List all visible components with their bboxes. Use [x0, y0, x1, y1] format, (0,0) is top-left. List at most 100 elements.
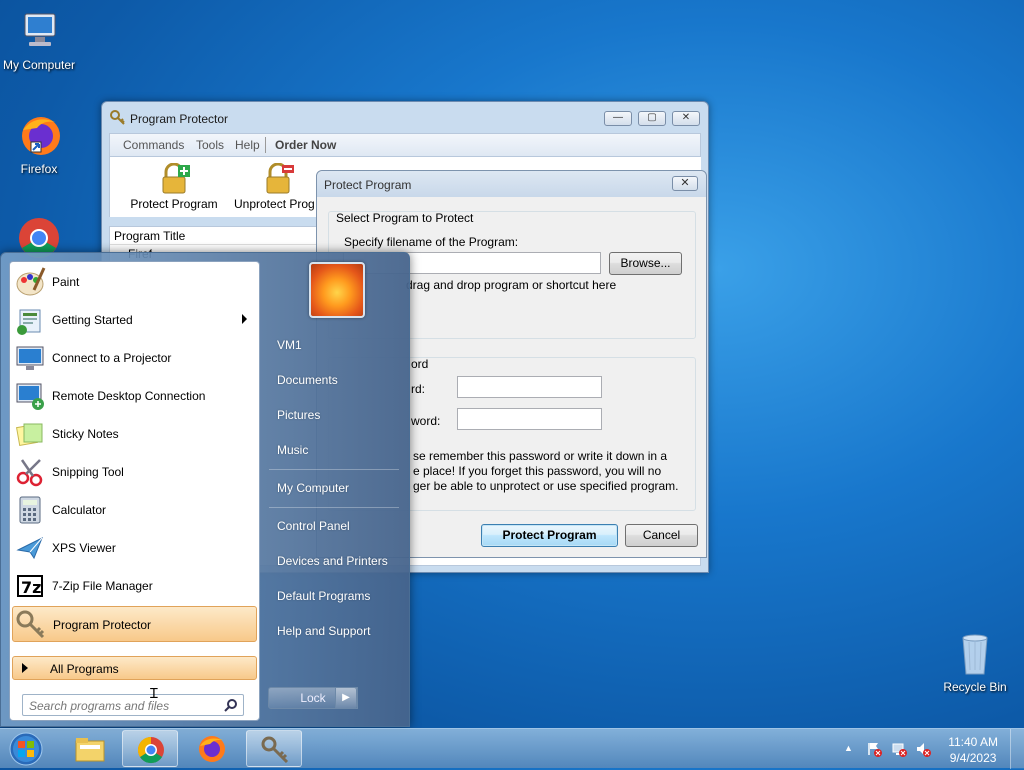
toolbar-label: Protect Program	[130, 197, 218, 211]
start-menu-item-connect-projector[interactable]: Connect to a Projector	[12, 340, 257, 376]
separator	[269, 507, 399, 508]
start-menu-item-getting-started[interactable]: Getting Started	[12, 302, 257, 338]
taskbar-chrome[interactable]	[122, 730, 178, 767]
action-center-icon[interactable]	[866, 741, 882, 757]
cancel-button[interactable]: Cancel	[625, 524, 698, 547]
all-programs-button[interactable]: All Programs	[12, 656, 257, 680]
close-button[interactable]: ✕	[672, 111, 700, 126]
volume-icon[interactable]	[915, 741, 931, 757]
desktop-icon-label: Recycle Bin	[943, 680, 1007, 694]
desktop-icon-label: Firefox	[20, 162, 58, 176]
menu-commands[interactable]: Commands	[123, 138, 184, 152]
svg-text:7z: 7z	[21, 578, 41, 597]
password-warning-line: ger be able to unprotect or use specifie…	[413, 479, 679, 493]
start-menu-programs-pane: Paint Getting Started Connect to a Proje…	[9, 261, 260, 721]
group-title: Select Program to Protect	[336, 211, 474, 225]
show-desktop-button[interactable]	[1010, 729, 1024, 769]
start-menu-item-paint[interactable]: Paint	[12, 264, 257, 300]
program-protector-icon	[110, 110, 126, 126]
start-button[interactable]	[6, 731, 46, 767]
desktop-icon-firefox[interactable]: Firefox	[0, 112, 81, 176]
xps-viewer-icon	[14, 532, 46, 564]
menu-help[interactable]: Help	[235, 138, 260, 152]
start-right-user-folder[interactable]: VM1	[277, 338, 302, 352]
start-right-pictures[interactable]: Pictures	[277, 408, 320, 422]
7zip-icon: 7z	[14, 570, 46, 602]
projector-icon	[14, 342, 46, 374]
search-icon	[224, 698, 238, 715]
shutdown-options-button[interactable]: ▶	[335, 687, 357, 709]
start-right-help-support[interactable]: Help and Support	[277, 624, 370, 638]
close-icon: ✕	[680, 177, 690, 189]
start-search-box[interactable]: Search programs and files	[22, 694, 244, 716]
clock-date: 9/4/2023	[949, 751, 997, 765]
desktop-icon-recycle-bin[interactable]: Recycle Bin	[933, 630, 1017, 694]
user-avatar	[309, 262, 365, 318]
start-menu-item-remote-desktop[interactable]: Remote Desktop Connection	[12, 378, 257, 414]
start-right-documents[interactable]: Documents	[277, 373, 338, 387]
separator	[269, 469, 399, 470]
menu-tools[interactable]: Tools	[196, 138, 224, 152]
unprotect-program-toolbar-button[interactable]: Unprotect Prog	[234, 162, 326, 211]
start-right-music[interactable]: Music	[277, 443, 308, 457]
computer-icon	[15, 8, 63, 56]
start-menu-item-7zip[interactable]: 7z 7-Zip File Manager	[12, 568, 257, 604]
recycle-bin-icon	[951, 630, 999, 678]
maximize-icon: ▢	[647, 112, 657, 123]
title-bar[interactable]: Program Protector — ▢ ✕	[102, 102, 708, 132]
minimize-button[interactable]: —	[604, 111, 632, 126]
maximize-button[interactable]: ▢	[638, 111, 666, 126]
start-menu-item-calculator[interactable]: Calculator	[12, 492, 257, 528]
paint-icon	[14, 266, 46, 298]
confirm-password-input[interactable]	[457, 408, 602, 430]
taskbar-program-protector[interactable]	[246, 730, 302, 767]
start-right-devices-printers[interactable]: Devices and Printers	[277, 554, 388, 568]
search-placeholder: Search programs and files	[29, 699, 170, 713]
confirm-password-label: word:	[411, 414, 441, 428]
start-menu-item-sticky-notes[interactable]: Sticky Notes	[12, 416, 257, 452]
calculator-icon	[14, 494, 46, 526]
dialog-close-button[interactable]: ✕	[672, 176, 698, 191]
password-warning-line: e place! If you forget this password, yo…	[413, 464, 662, 478]
taskbar-firefox[interactable]	[184, 730, 240, 767]
network-icon[interactable]	[891, 741, 907, 757]
dialog-title-bar[interactable]: Protect Program ✕	[317, 171, 706, 197]
start-right-my-computer[interactable]: My Computer	[277, 481, 349, 495]
filename-label: Specify filename of the Program:	[344, 235, 519, 249]
browse-button[interactable]: Browse...	[609, 252, 682, 275]
password-warning-line: se remember this password or write it do…	[413, 449, 668, 463]
start-right-control-panel[interactable]: Control Panel	[277, 519, 350, 533]
all-programs-label: All Programs	[50, 662, 119, 676]
clock[interactable]: 11:40 AM 9/4/2023	[948, 734, 998, 766]
show-hidden-icons-button[interactable]: ▲	[844, 743, 860, 759]
clock-time: 11:40 AM	[948, 735, 998, 749]
desktop-icon-label: My Computer	[2, 58, 76, 72]
firefox-icon	[15, 112, 63, 160]
protect-program-toolbar-button[interactable]: Protect Program	[122, 162, 226, 211]
taskbar-file-explorer[interactable]	[62, 730, 118, 767]
toolbar-label: Unprotect Prog	[234, 197, 315, 211]
start-menu-item-xps-viewer[interactable]: XPS Viewer	[12, 530, 257, 566]
desktop-icon-my-computer[interactable]: My Computer	[0, 8, 81, 72]
triangle-right-icon: ▶	[342, 692, 350, 703]
submenu-arrow-icon	[242, 314, 247, 324]
taskbar: ▲ 11:40 AM 9/4/2023	[0, 728, 1024, 769]
getting-started-icon	[14, 304, 46, 336]
start-menu-item-program-protector[interactable]: Program Protector	[12, 606, 257, 642]
password-input[interactable]	[457, 376, 602, 398]
start-right-default-programs[interactable]: Default Programs	[277, 589, 370, 603]
password-label: rd:	[411, 382, 426, 396]
menu-order-now[interactable]: Order Now	[275, 138, 336, 152]
group-title: ord	[411, 357, 429, 371]
lock-remove-icon	[262, 162, 294, 195]
snipping-tool-icon	[14, 456, 46, 488]
protect-program-button[interactable]: Protect Program	[481, 524, 618, 547]
start-menu: Paint Getting Started Connect to a Proje…	[0, 252, 410, 727]
remote-desktop-icon	[14, 380, 46, 412]
triangle-right-icon	[22, 663, 28, 673]
chrome-icon	[136, 735, 166, 768]
sticky-notes-icon	[14, 418, 46, 450]
drag-drop-hint: drag and drop program or shortcut here	[406, 278, 617, 292]
menu-separator	[265, 137, 266, 153]
start-menu-item-snipping-tool[interactable]: Snipping Tool	[12, 454, 257, 490]
